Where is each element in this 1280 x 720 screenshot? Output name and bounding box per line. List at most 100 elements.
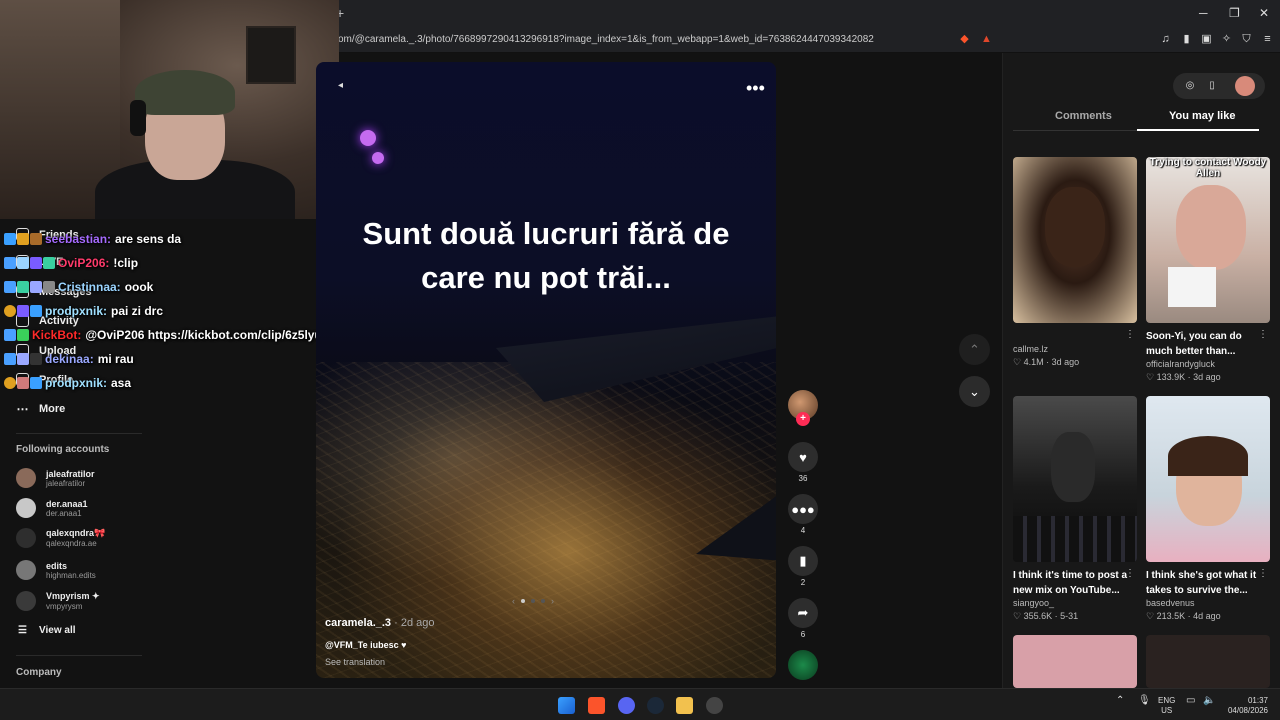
- tab-comments[interactable]: Comments: [1055, 110, 1112, 122]
- chevron-up-icon[interactable]: ⌃: [1116, 696, 1124, 706]
- video-author[interactable]: officialrandygluck: [1146, 359, 1270, 369]
- account-handle: highman.edits: [46, 570, 96, 580]
- video-title[interactable]: I think it's time to post a new mix on Y…: [1013, 568, 1137, 598]
- minimize-icon[interactable]: ─: [1199, 6, 1208, 20]
- chat-username: dekinaa:: [45, 352, 94, 366]
- microphone-icon[interactable]: 🎙: [1138, 696, 1151, 706]
- clock[interactable]: 01:37 04/08/2026: [1224, 696, 1268, 716]
- dj-decks-thumbnail: [1013, 516, 1137, 562]
- more-options-icon[interactable]: ⋮: [1258, 329, 1268, 340]
- video-title[interactable]: Soon-Yi, you can do much better than...: [1146, 329, 1270, 359]
- divider: [16, 433, 142, 434]
- close-icon[interactable]: ✕: [1259, 6, 1269, 20]
- discord-icon[interactable]: [618, 697, 635, 714]
- account-name: edits: [46, 560, 68, 571]
- video-thumbnail[interactable]: [1013, 157, 1137, 323]
- previous-post-button[interactable]: ⌃: [959, 334, 990, 365]
- phone-icon[interactable]: ▯: [1205, 79, 1219, 93]
- wall-poster: [246, 26, 296, 84]
- following-account[interactable]: jaleafratilor jaleafratilor: [16, 468, 95, 488]
- share-icon: ➦: [797, 605, 809, 620]
- like-button[interactable]: ♥: [788, 442, 818, 472]
- url-text[interactable]: om/@caramela._.3/photo/76689972904132969…: [338, 34, 874, 45]
- volume-icon[interactable]: 🔈: [1203, 696, 1215, 706]
- leo-ai-icon[interactable]: ✧: [1220, 33, 1233, 46]
- chat-username: prodpxnik:: [45, 304, 107, 318]
- video-title[interactable]: I think she's got what it takes to survi…: [1146, 568, 1270, 598]
- wallet-icon[interactable]: ▣: [1200, 33, 1213, 46]
- sidebar-toggle-icon[interactable]: ▮: [1180, 33, 1193, 46]
- brave-browser-icon[interactable]: [588, 697, 605, 714]
- video-stats: ♡ 213.5K · 4d ago: [1146, 611, 1221, 621]
- following-account[interactable]: Vmpyrism ✦ vmpyrysm: [16, 591, 100, 611]
- next-post-button[interactable]: ⌄: [959, 376, 990, 407]
- chevron-left-icon[interactable]: ‹: [512, 596, 515, 606]
- steam-icon[interactable]: [647, 697, 664, 714]
- recommended-video[interactable]: ⋮ I think it's time to post a new mix on…: [1013, 396, 1137, 622]
- video-author[interactable]: callme.lz: [1013, 344, 1137, 354]
- author-name[interactable]: caramela._.3: [325, 617, 391, 629]
- recommended-video[interactable]: ⋮ I think she's got what it takes to sur…: [1146, 396, 1270, 622]
- vpn-icon[interactable]: ⛉: [1240, 33, 1253, 46]
- view-all-link[interactable]: ☰ View all: [16, 625, 76, 636]
- back-icon[interactable]: ◂: [338, 80, 343, 91]
- account-name: qalexqndra🎀: [46, 528, 106, 538]
- file-explorer-icon[interactable]: [676, 697, 693, 714]
- action-bar: + ♥ 36 ●●● 4 ▮ 2 ➦ 6: [787, 390, 819, 680]
- photo-caption: Sunt două lucruri fără de care nu pot tr…: [316, 212, 776, 300]
- avatar: [16, 591, 36, 611]
- video-thumbnail[interactable]: Trying to contact Woody Allen: [1146, 157, 1270, 323]
- following-account[interactable]: der.anaa1 der.anaa1: [16, 498, 88, 518]
- thumbnail-overlay-text: Trying to contact Woody Allen: [1149, 157, 1267, 179]
- music-icon[interactable]: ♫: [1159, 33, 1172, 46]
- post-description: @VFM_Te iubesc ♥: [325, 640, 407, 650]
- save-button[interactable]: ▮: [788, 546, 818, 576]
- recommended-video[interactable]: ⋮ callme.lz ♡ 4.1M · 3d ago: [1013, 157, 1137, 368]
- video-thumbnail[interactable]: [1146, 635, 1270, 688]
- music-disc-icon[interactable]: [788, 650, 818, 680]
- streamer-cap: [135, 70, 235, 115]
- video-thumbnail[interactable]: [1013, 396, 1137, 562]
- avatar: [16, 560, 36, 580]
- photo-post[interactable]: ◂ ••• Sunt două lucruri fără de care nu …: [316, 62, 776, 678]
- follow-plus-icon[interactable]: +: [796, 412, 810, 426]
- more-options-icon[interactable]: ⋮: [1125, 568, 1135, 579]
- following-account[interactable]: edits highman.edits: [16, 560, 96, 580]
- author-avatar[interactable]: +: [788, 390, 818, 426]
- user-avatar[interactable]: [1235, 76, 1255, 96]
- more-options-icon[interactable]: ⋮: [1258, 568, 1268, 579]
- windows-start-icon[interactable]: [558, 697, 575, 714]
- chat-message: KickBot: @OviP206 https://kickbot.com/cl…: [4, 323, 360, 347]
- video-thumbnail[interactable]: [1013, 635, 1137, 688]
- post-author[interactable]: caramela._.3 · 2d ago: [325, 617, 435, 629]
- paper-thumbnail: [1168, 267, 1216, 307]
- chevron-right-icon[interactable]: ›: [551, 596, 554, 606]
- recommended-video[interactable]: Trying to contact Woody Allen ⋮ Soon-Yi,…: [1146, 157, 1270, 383]
- settings-app-icon[interactable]: [706, 697, 723, 714]
- sidebar-item-more[interactable]: ⋯ More: [16, 402, 66, 416]
- menu-icon[interactable]: ≡: [1261, 33, 1274, 46]
- screen: + ─ ❐ ✕ om/@caramela._.3/photo/766899729…: [0, 0, 1280, 720]
- maximize-icon[interactable]: ❐: [1229, 6, 1240, 20]
- see-translation-link[interactable]: See translation: [325, 657, 385, 667]
- more-options-icon[interactable]: •••: [746, 78, 765, 99]
- video-thumbnail[interactable]: [1146, 396, 1270, 562]
- video-author[interactable]: basedvenus: [1146, 598, 1270, 608]
- more-options-icon[interactable]: ⋮: [1125, 329, 1135, 340]
- account-handle: jaleafratilor: [46, 478, 86, 488]
- comment-button[interactable]: ●●●: [788, 494, 818, 524]
- language-code: ENG: [1158, 696, 1176, 705]
- network-icon[interactable]: ▭: [1186, 696, 1195, 706]
- brave-shield-icon[interactable]: ◆: [958, 33, 971, 46]
- chat-badges: [4, 281, 55, 293]
- share-button[interactable]: ➦: [788, 598, 818, 628]
- following-account[interactable]: qalexqndra🎀 qalexqndra.ae: [16, 528, 105, 548]
- language-indicator[interactable]: ENG US: [1158, 696, 1175, 716]
- brave-rewards-icon[interactable]: ▲: [980, 33, 993, 46]
- video-author[interactable]: siangyoo_: [1013, 598, 1137, 608]
- compass-icon[interactable]: ◎: [1183, 79, 1197, 93]
- tab-you-may-like[interactable]: You may like: [1169, 110, 1235, 122]
- chat-badges: [4, 329, 29, 341]
- company-link[interactable]: Company: [16, 667, 62, 678]
- carousel-indicator[interactable]: ‹ ›: [512, 596, 554, 606]
